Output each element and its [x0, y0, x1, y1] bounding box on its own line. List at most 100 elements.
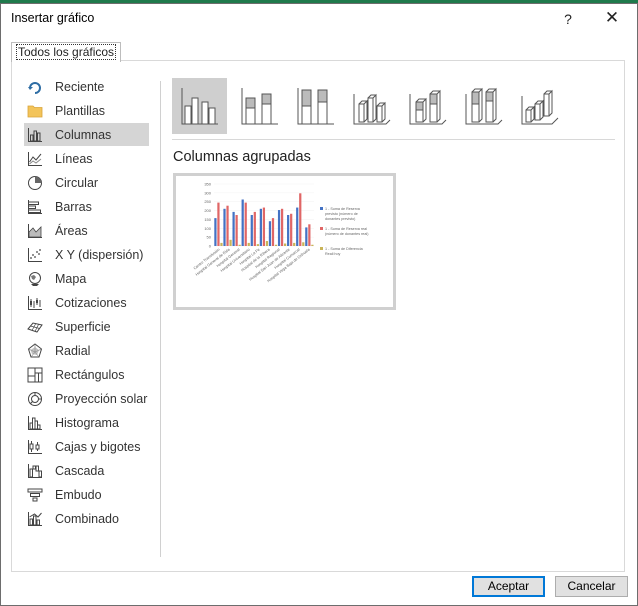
sidebar-item-radial[interactable]: Radial — [24, 339, 149, 362]
preview-y-tick: 0 — [209, 244, 212, 249]
accept-button[interactable]: Aceptar — [472, 576, 545, 597]
sidebar-item-reciente[interactable]: Reciente — [24, 75, 149, 98]
preview-bar — [214, 218, 217, 246]
preview-legend-label: 1 - Suma de Diferencia — [325, 247, 364, 251]
sidebar-item-xy-dispersion[interactable]: X Y (dispersión) — [24, 243, 149, 266]
sidebar-item-label: Barras — [55, 199, 92, 214]
subtype-3d-column[interactable] — [512, 78, 567, 134]
panel-divider — [160, 81, 161, 557]
stock-chart-icon — [28, 295, 42, 310]
preview-bar — [223, 208, 226, 246]
chart-preview[interactable]: 350 300 250 200 150 100 50 0 Centro Transfusión H… — [173, 173, 396, 310]
subtype-3d-100-stacked-column[interactable] — [456, 78, 511, 134]
waterfall-chart-icon — [28, 463, 42, 478]
sidebar-item-mapa[interactable]: Mapa — [24, 267, 149, 290]
sidebar-item-label: Líneas — [55, 151, 93, 166]
subtype-100-stacked-column[interactable] — [288, 78, 343, 134]
tab-all-charts-label: Todos los gráficos — [15, 44, 117, 60]
preview-chart-svg: 350300250200150100500Centro TransfusiónH… — [193, 182, 369, 284]
preview-legend-label: Reali hoy — [325, 252, 341, 256]
preview-y-tick: 50 — [207, 235, 212, 240]
preview-bar — [238, 244, 241, 246]
preview-bar — [265, 241, 269, 246]
sidebar-item-areas[interactable]: Áreas — [24, 219, 149, 242]
preview-bar — [217, 202, 220, 246]
sidebar-item-cajas-y-bigotes[interactable]: Cajas y bigotes — [24, 435, 149, 458]
map-chart-icon — [29, 271, 41, 286]
preview-bar — [229, 239, 232, 246]
subtype-3d-clustered-column[interactable] — [344, 78, 399, 134]
preview-legend-swatch — [320, 207, 323, 210]
sidebar-item-label: Proyección solar — [55, 391, 148, 406]
preview-bar — [259, 208, 262, 246]
surface-chart-icon — [27, 321, 43, 333]
pie-chart-icon — [28, 175, 42, 190]
preview-legend-label: donantes previsto) — [325, 217, 355, 221]
sidebar-item-circular[interactable]: Circular — [24, 171, 149, 194]
preview-bar — [256, 244, 259, 246]
sidebar-item-rectangulos[interactable]: Rectángulos — [24, 363, 149, 386]
sidebar-item-cascada[interactable]: Cascada — [24, 459, 149, 482]
preview-legend-label: previsto (número de — [325, 212, 358, 216]
sidebar-item-label: Cascada — [55, 463, 105, 478]
subtype-clustered-column[interactable] — [172, 78, 227, 134]
preview-y-tick: 100 — [204, 226, 211, 231]
preview-bar — [308, 224, 311, 246]
sidebar-item-label: Mapa — [55, 271, 87, 286]
close-button[interactable]: ✕ — [597, 7, 627, 31]
sidebar-item-combinado[interactable]: Combinado — [24, 507, 149, 530]
sidebar-item-label: Cotizaciones — [55, 295, 127, 310]
sidebar-item-histograma[interactable]: Histograma — [24, 411, 149, 434]
preview-legend-label: (número de donantes real) — [325, 232, 368, 236]
sidebar-item-proyeccion-solar[interactable]: Proyección solar — [24, 387, 149, 410]
3d-clustered-column-icon — [353, 93, 390, 125]
sidebar-item-plantillas[interactable]: Plantillas — [24, 99, 149, 122]
clustered-column-icon — [181, 88, 218, 125]
preview-bar — [283, 243, 287, 246]
sidebar-item-cotizaciones[interactable]: Cotizaciones — [24, 291, 149, 314]
preview-bar — [280, 208, 284, 246]
preview-legend-swatch — [320, 227, 323, 230]
preview-bar — [232, 211, 235, 246]
subtype-3d-stacked-column[interactable] — [400, 78, 455, 134]
sidebar-item-embudo[interactable]: Embudo — [24, 483, 149, 506]
sidebar-item-label: Rectángulos — [55, 367, 125, 382]
funnel-chart-icon — [27, 488, 43, 501]
preview-legend-label: 1 - Suma de Reserva real — [325, 227, 367, 231]
column-chart-icon — [28, 127, 42, 142]
area-chart-icon — [28, 223, 42, 238]
preview-legend-label: 1 - Suma de Reserva — [325, 207, 361, 211]
preview-bar — [311, 244, 314, 246]
sidebar-item-columnas[interactable]: Columnas — [24, 123, 149, 146]
sidebar-item-lineas[interactable]: Líneas — [24, 147, 149, 170]
preview-y-tick: 350 — [204, 182, 211, 187]
3d-100-stacked-column-icon — [465, 87, 502, 125]
3d-stacked-column-icon — [409, 89, 446, 125]
sidebar-item-label: Histograma — [55, 415, 119, 430]
cancel-button[interactable]: Cancelar — [555, 576, 628, 597]
3d-column-icon — [521, 89, 558, 125]
sidebar-item-label: X Y (dispersión) — [55, 247, 144, 262]
subtype-stacked-column[interactable] — [232, 78, 287, 134]
100-stacked-column-icon — [297, 88, 334, 125]
title-bar: Insertar gráfico ? ✕ — [1, 4, 637, 34]
recent-icon — [28, 81, 41, 94]
preview-bar — [241, 199, 244, 246]
sidebar-item-label: Embudo — [55, 487, 102, 502]
preview-bar — [244, 202, 247, 246]
help-button[interactable]: ? — [555, 7, 581, 31]
preview-bar — [253, 211, 256, 246]
preview-bar — [290, 213, 293, 246]
histogram-chart-icon — [28, 415, 42, 430]
preview-bar — [293, 242, 296, 246]
tab-all-charts[interactable]: Todos los gráficos — [11, 42, 122, 62]
preview-bar — [226, 205, 229, 246]
preview-bar — [268, 221, 272, 246]
preview-y-tick: 150 — [204, 217, 211, 222]
sidebar-item-label: Columnas — [55, 127, 112, 142]
sidebar-item-label: Cajas y bigotes — [55, 439, 141, 454]
preview-y-tick: 250 — [204, 199, 211, 204]
insert-chart-dialog: Insertar gráfico ? ✕ Todos los gráficos … — [0, 3, 638, 606]
sidebar-item-superficie[interactable]: Superficie — [24, 315, 149, 338]
sidebar-item-barras[interactable]: Barras — [24, 195, 149, 218]
